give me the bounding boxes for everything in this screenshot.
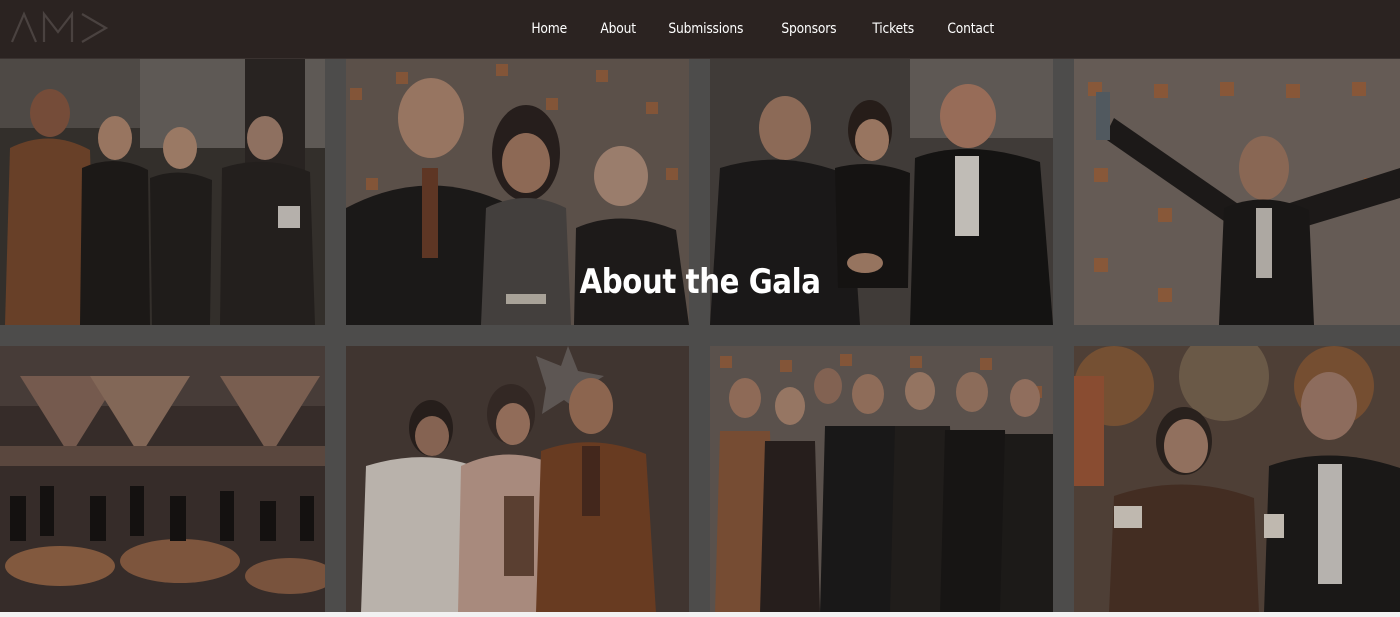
page-title: About the Gala (0, 262, 1400, 302)
nav-about-link[interactable]: About (588, 21, 648, 37)
nav-contact-link[interactable]: Contact (935, 21, 1006, 37)
photo-gallery (0, 58, 1400, 617)
nav-sponsors-link[interactable]: Sponsors (769, 21, 849, 37)
top-navigation-bar: Home About Submissions Sponsors Tickets … (0, 0, 1400, 59)
page-bottom-divider (0, 612, 1400, 617)
main-nav: Home About Submissions Sponsors Tickets … (519, 0, 1016, 58)
gala-photo-banquet-hall[interactable] (0, 346, 325, 613)
am-logo[interactable] (8, 8, 112, 48)
gala-photo-group-backdrop[interactable] (710, 346, 1053, 613)
nav-home-link[interactable]: Home (519, 21, 579, 37)
nav-submissions-link[interactable]: Submissions (656, 21, 756, 37)
nav-tickets-link[interactable]: Tickets (860, 21, 926, 37)
gala-photo-outdoor-pair[interactable] (1074, 346, 1400, 613)
gala-photo-award-winners[interactable] (346, 346, 689, 613)
page-title-text: About the Gala (579, 262, 821, 302)
